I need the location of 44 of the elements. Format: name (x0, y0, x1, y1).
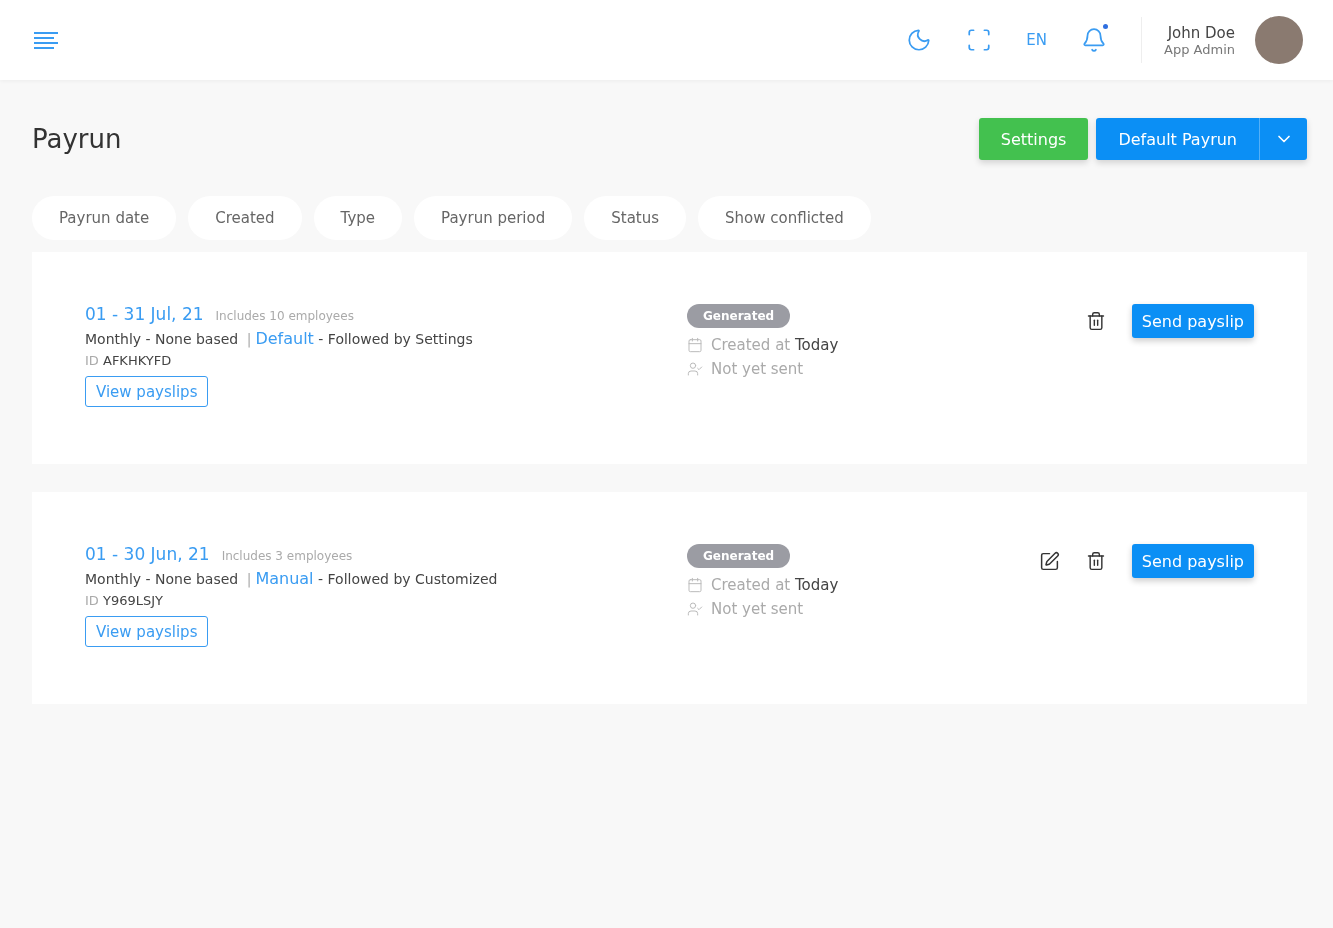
default-payrun-button[interactable]: Default Payrun (1096, 118, 1259, 160)
avatar[interactable] (1255, 16, 1303, 64)
user-check-icon (687, 361, 703, 377)
moon-icon[interactable] (906, 27, 933, 53)
payrun-mode-link[interactable]: Default (255, 329, 314, 348)
payrun-description: Monthly - None based | Manual - Followed by Customized (85, 569, 499, 588)
fullscreen-icon[interactable] (966, 27, 993, 53)
filter-chip[interactable]: Status (584, 196, 687, 240)
filter-chip[interactable]: Payrun date (32, 196, 177, 240)
calendar-icon (687, 577, 703, 593)
payrun-period[interactable]: 01 - 31 Jul, 21 (85, 304, 204, 324)
payrun-mode-link[interactable]: Manual (255, 569, 314, 588)
bell-icon[interactable] (1081, 27, 1108, 53)
status-badge: Generated (687, 304, 791, 328)
view-payslips-button[interactable]: View payslips (85, 616, 209, 647)
employee-count: Includes 10 employees (215, 309, 354, 323)
send-payslip-button[interactable]: Send payslip (1131, 304, 1254, 338)
employee-count: Includes 3 employees (221, 549, 353, 563)
user-name: John Doe (1167, 23, 1235, 42)
language-button[interactable]: EN (1026, 31, 1048, 49)
payrun-id: ID Y969LSJY (85, 593, 165, 608)
trash-icon[interactable] (1085, 311, 1106, 331)
edit-icon[interactable] (1038, 550, 1060, 572)
sent-status: Not yet sent (711, 360, 804, 378)
payrun-description: Monthly - None based | Default - Followed by Settings (85, 329, 474, 348)
status-badge: Generated (687, 544, 791, 568)
created-text: Created at Today (711, 576, 839, 594)
filter-chip[interactable]: Show conflicted (698, 196, 871, 240)
menu-icon[interactable] (34, 31, 58, 49)
send-payslip-button[interactable]: Send payslip (1131, 544, 1254, 578)
page-title: Payrun (32, 124, 122, 154)
payrun-period[interactable]: 01 - 30 Jun, 21 (85, 544, 210, 564)
user-check-icon (687, 601, 703, 617)
calendar-icon (687, 337, 703, 353)
filter-chip[interactable]: Payrun period (414, 196, 573, 240)
payrun-id: ID AFKHKYFD (85, 353, 173, 368)
trash-icon[interactable] (1085, 551, 1106, 571)
created-text: Created at Today (711, 336, 839, 354)
filter-chip[interactable]: Type (313, 196, 403, 240)
filter-chip[interactable]: Created (188, 196, 302, 240)
user-role: App Admin (1164, 41, 1235, 57)
settings-button[interactable]: Settings (978, 118, 1089, 160)
view-payslips-button[interactable]: View payslips (85, 376, 209, 407)
sent-status: Not yet sent (711, 600, 804, 618)
